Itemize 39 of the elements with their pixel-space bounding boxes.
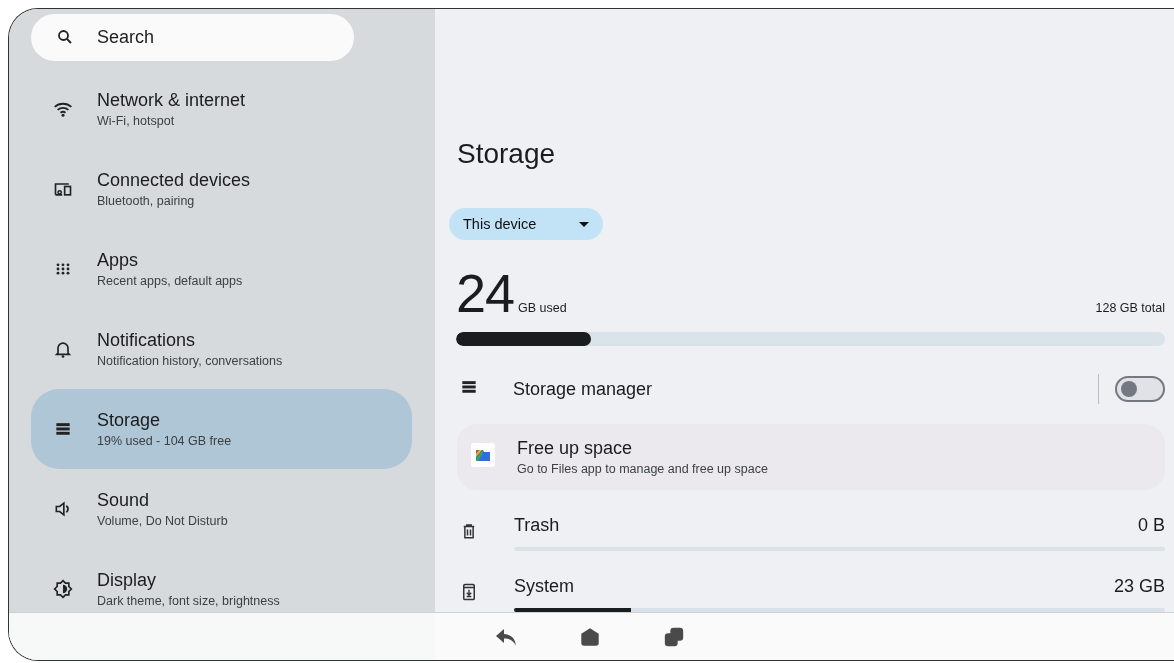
item-title: Apps xyxy=(97,249,140,271)
item-subtitle: Wi-Fi, hotspot xyxy=(97,113,176,129)
search-field[interactable]: Search xyxy=(31,14,354,61)
item-subtitle: Bluetooth, pairing xyxy=(97,193,196,209)
sidebar-item[interactable]: Storage 19% used - 104 GB free xyxy=(31,389,412,469)
bell-icon xyxy=(53,339,73,359)
category-size: 0 B xyxy=(1137,514,1165,536)
item-title: Network & internet xyxy=(97,89,246,111)
volume-dropdown[interactable]: This device xyxy=(449,208,603,240)
card-subtitle: Go to Files app to manage and free up space xyxy=(517,462,768,476)
storage-manager-switch[interactable] xyxy=(1115,376,1165,402)
item-subtitle: 19% used - 104 GB free xyxy=(97,433,232,449)
used-unit: GB used xyxy=(518,301,567,315)
item-title: Storage xyxy=(97,409,162,431)
item-title: Notifications xyxy=(97,329,197,351)
free-up-space-card[interactable]: Free up space Go to Files app to manage and free up space xyxy=(457,424,1165,490)
item-title: Connected devices xyxy=(97,169,251,191)
item-title: Display xyxy=(97,569,158,591)
sidebar-item[interactable]: Connected devices Bluetooth, pairing xyxy=(31,169,412,209)
category-name: System xyxy=(514,575,574,597)
sidebar-item[interactable]: Network & internet Wi-Fi, hotspot xyxy=(31,89,412,129)
caret-icon xyxy=(579,221,589,227)
sidebar-item[interactable]: Sound Volume, Do Not Disturb xyxy=(31,489,412,529)
item-subtitle: Recent apps, default apps xyxy=(97,273,243,289)
item-subtitle: Volume, Do Not Disturb xyxy=(97,513,228,529)
item-title: Sound xyxy=(97,489,151,511)
category-name: Trash xyxy=(514,514,560,536)
sidebar-item[interactable]: Apps Recent apps, default apps xyxy=(31,249,412,289)
item-subtitle: Dark theme, font size, brightness xyxy=(97,593,280,609)
sidebar-item[interactable]: Display Dark theme, font size, brightness xyxy=(31,569,412,609)
brightness-icon xyxy=(53,578,73,600)
storage-manager-label: Storage manager xyxy=(513,378,653,400)
page-title: Storage xyxy=(457,137,557,171)
sidebar-item[interactable]: Notifications Notification history, conversations xyxy=(31,329,412,369)
card-title: Free up space xyxy=(517,438,634,459)
category-size: 23 GB xyxy=(1113,575,1165,597)
total-capacity: 128 GB total xyxy=(1095,301,1165,315)
used-amount: 24 xyxy=(456,268,515,318)
item-subtitle: Notification history, conversations xyxy=(97,353,283,369)
